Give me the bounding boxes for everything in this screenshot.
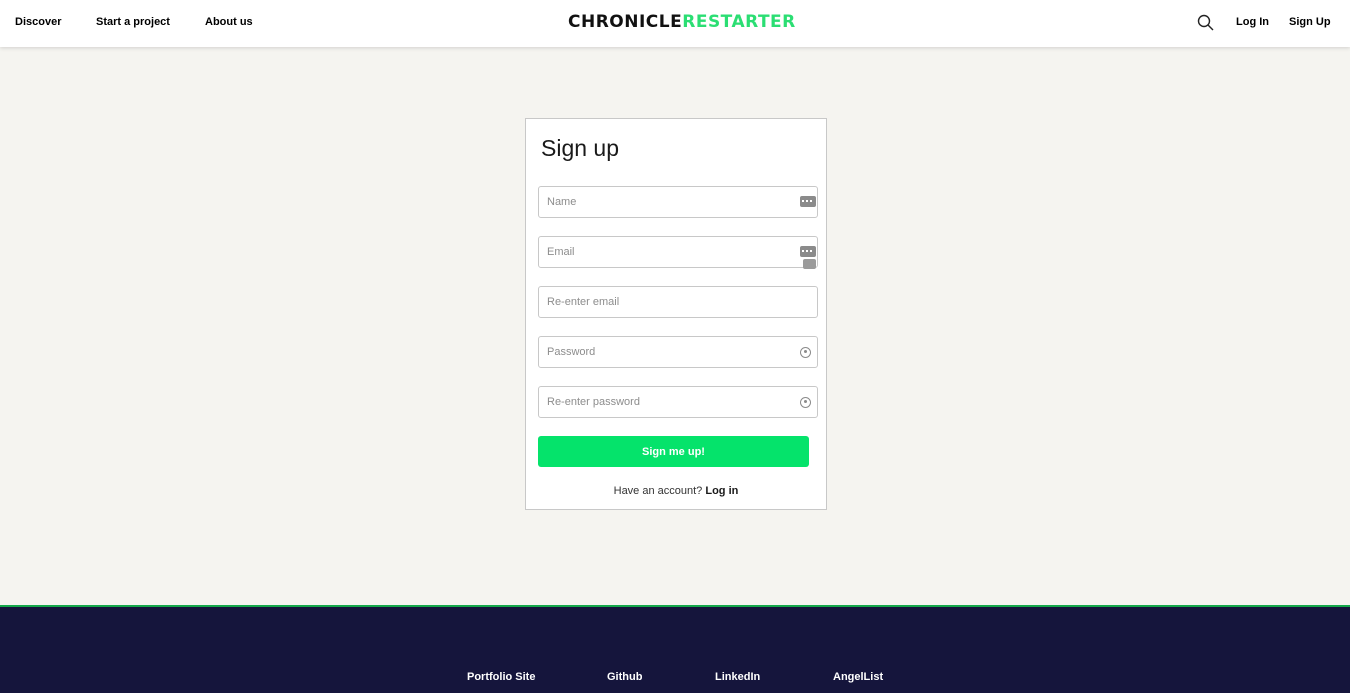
- reenter-password-field: [538, 386, 818, 418]
- footer-github-link[interactable]: Github: [607, 671, 642, 683]
- logo-text-dark: CHRONICLE: [568, 12, 683, 32]
- footer-portfolio-link[interactable]: Portfolio Site: [467, 671, 535, 683]
- autofill-icon[interactable]: [800, 246, 816, 257]
- site-footer: Portfolio Site Github LinkedIn AngelList: [0, 605, 1350, 693]
- nav-discover-link[interactable]: Discover: [15, 16, 61, 28]
- logo-text-green: RESTARTER: [682, 12, 796, 32]
- key-icon[interactable]: [800, 347, 811, 358]
- have-account-text: Have an account?: [613, 485, 703, 497]
- key-icon[interactable]: [800, 397, 811, 408]
- reenter-email-field: [538, 286, 818, 318]
- name-field: [538, 186, 818, 218]
- login-link[interactable]: Log In: [1236, 16, 1269, 28]
- site-header: Discover Start a project About us CHRONI…: [0, 0, 1350, 47]
- password-input[interactable]: [539, 337, 817, 367]
- name-input[interactable]: [539, 187, 817, 217]
- signup-card: Sign up Sign me up! Have an account? Log…: [525, 118, 827, 510]
- site-logo[interactable]: CHRONICLERESTARTER: [568, 12, 796, 32]
- signup-link[interactable]: Sign Up: [1289, 16, 1331, 28]
- footer-angellist-link[interactable]: AngelList: [833, 671, 883, 683]
- email-input[interactable]: [539, 237, 817, 267]
- reenter-email-input[interactable]: [539, 287, 817, 317]
- page-title: Sign up: [541, 135, 620, 161]
- footer-linkedin-link[interactable]: LinkedIn: [715, 671, 760, 683]
- contact-card-icon[interactable]: [800, 196, 816, 207]
- nav-start-project-link[interactable]: Start a project: [96, 16, 170, 28]
- have-account-line: Have an account? Log in: [526, 485, 826, 497]
- password-field: [538, 336, 818, 368]
- email-field: [538, 236, 818, 269]
- signup-submit-button[interactable]: Sign me up!: [538, 436, 809, 467]
- reenter-password-input[interactable]: [539, 387, 817, 417]
- password-manager-icon[interactable]: [803, 259, 816, 269]
- card-login-link[interactable]: Log in: [705, 485, 738, 497]
- search-icon[interactable]: [1197, 14, 1214, 31]
- nav-about-us-link[interactable]: About us: [205, 16, 253, 28]
